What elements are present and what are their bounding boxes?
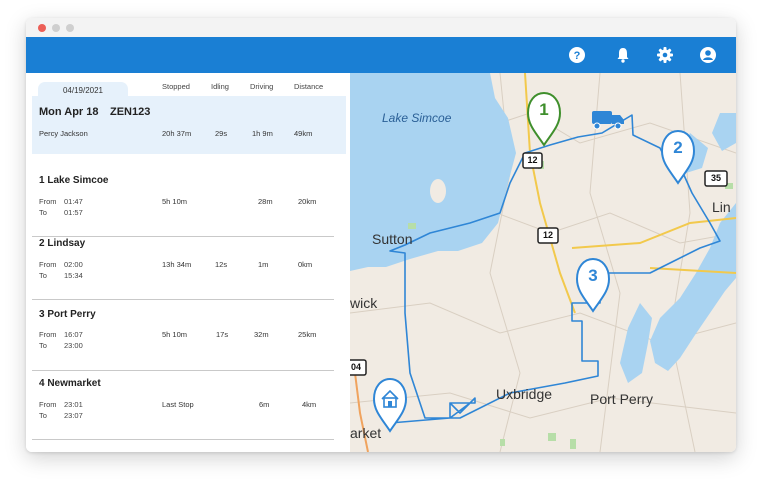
driver-name: Percy Jackson [39,129,88,138]
bell-icon[interactable] [613,45,633,65]
map-label-lake-simcoe: Lake Simcoe [382,111,452,125]
stop-driving: 1m [258,260,269,269]
to-label: To [39,208,47,217]
summary-stopped: 20h 37m [162,129,192,138]
marker-number: 1 [539,100,549,119]
stop-distance: 0km [298,260,313,269]
stop-driving: 6m [259,400,270,409]
app-window: ? 04/19/2021 Stopped Idling Driving Dist… [26,18,736,452]
stop-item[interactable]: 3 Port Perry From 16:07 To 23:00 5h 10m … [32,309,334,371]
to-label: To [39,341,47,350]
trip-date-title: Mon Apr 18 [39,106,99,118]
title-bar [26,18,736,37]
stop-distance: 20km [298,197,317,206]
map-label-sutton: Sutton [372,231,413,247]
user-icon[interactable] [698,45,718,65]
stop-stopped: 5h 10m [162,330,188,339]
close-window-button[interactable] [38,24,46,32]
help-icon[interactable]: ? [567,45,587,65]
marker-number: 3 [588,266,598,285]
stop-stopped: 5h 10m [162,197,188,206]
map-label-uxbridge: Uxbridge [496,386,553,402]
shield-label: 35 [710,173,721,183]
col-stopped-header: Stopped [162,82,190,91]
to-label: To [39,411,47,420]
shield-label: 12 [542,230,553,240]
trip-summary-row[interactable]: Mon Apr 18 ZEN123 Percy Jackson 20h 37m … [32,96,346,154]
from-time: 16:07 [64,330,83,339]
trip-panel: 04/19/2021 Stopped Idling Driving Distan… [26,73,350,452]
to-time: 01:57 [64,208,83,217]
stop-driving: 28m [258,197,273,206]
col-distance-header: Distance [294,82,324,91]
from-label: From [39,260,57,269]
vehicle-id: ZEN123 [110,106,151,118]
to-time: 23:07 [64,411,83,420]
stop-driving: 32m [254,330,269,339]
summary-driving: 1h 9m [252,129,273,138]
stop-item[interactable]: 2 Lindsay From 02:00 To 15:34 13h 34m 12… [32,238,334,300]
east-lake-water [650,203,736,371]
map-label-lindsay: Lin [712,199,731,215]
stop-idling: 17s [216,330,229,339]
minimize-window-button[interactable] [52,24,60,32]
stop-name: 1 Lake Simcoe [39,175,109,186]
truck-icon[interactable] [592,111,624,130]
map-label-newmarket: arket [350,425,382,441]
home-marker[interactable] [372,377,408,433]
from-time: 01:47 [64,197,83,206]
from-label: From [39,330,57,339]
stop-stopped: Last Stop [162,400,194,409]
app-header: ? [26,37,736,73]
stop-idling: 12s [215,260,228,269]
marker-number: 2 [673,138,683,157]
to-time: 23:00 [64,341,83,350]
zoom-window-button[interactable] [66,24,74,32]
shield-label: 12 [527,155,538,165]
stop-distance: 4km [302,400,317,409]
col-idling-header: Idling [211,82,229,91]
from-time: 23:01 [64,400,83,409]
shield-label: 04 [350,362,361,372]
from-label: From [39,197,57,206]
from-time: 02:00 [64,260,83,269]
stop-name: 3 Port Perry [39,309,96,320]
summary-idling: 29s [215,129,228,138]
stop-name: 2 Lindsay [39,238,86,249]
island [430,179,446,203]
east-lake-water [620,303,652,383]
col-driving-header: Driving [250,82,274,91]
stop-name: 4 Newmarket [39,378,101,389]
stop-stopped: 13h 34m [162,260,192,269]
route-map[interactable]: Lake Simcoe Sutton wick Uxbridge Port Pe… [350,73,736,452]
summary-distance: 49km [294,129,313,138]
gear-icon[interactable] [655,45,675,65]
east-lake-water [712,113,736,151]
to-time: 15:34 [64,271,83,280]
map-label-newmarket-area: wick [350,295,378,311]
stop-distance: 25km [298,330,317,339]
from-label: From [39,400,57,409]
svg-text:?: ? [574,50,581,62]
to-label: To [39,271,47,280]
stop-item[interactable]: 4 Newmarket From 23:01 To 23:07 Last Sto… [32,378,334,440]
stop-item[interactable]: 1 Lake Simcoe From 01:47 To 01:57 5h 10m… [32,175,334,237]
map-label-port-perry: Port Perry [590,391,654,407]
